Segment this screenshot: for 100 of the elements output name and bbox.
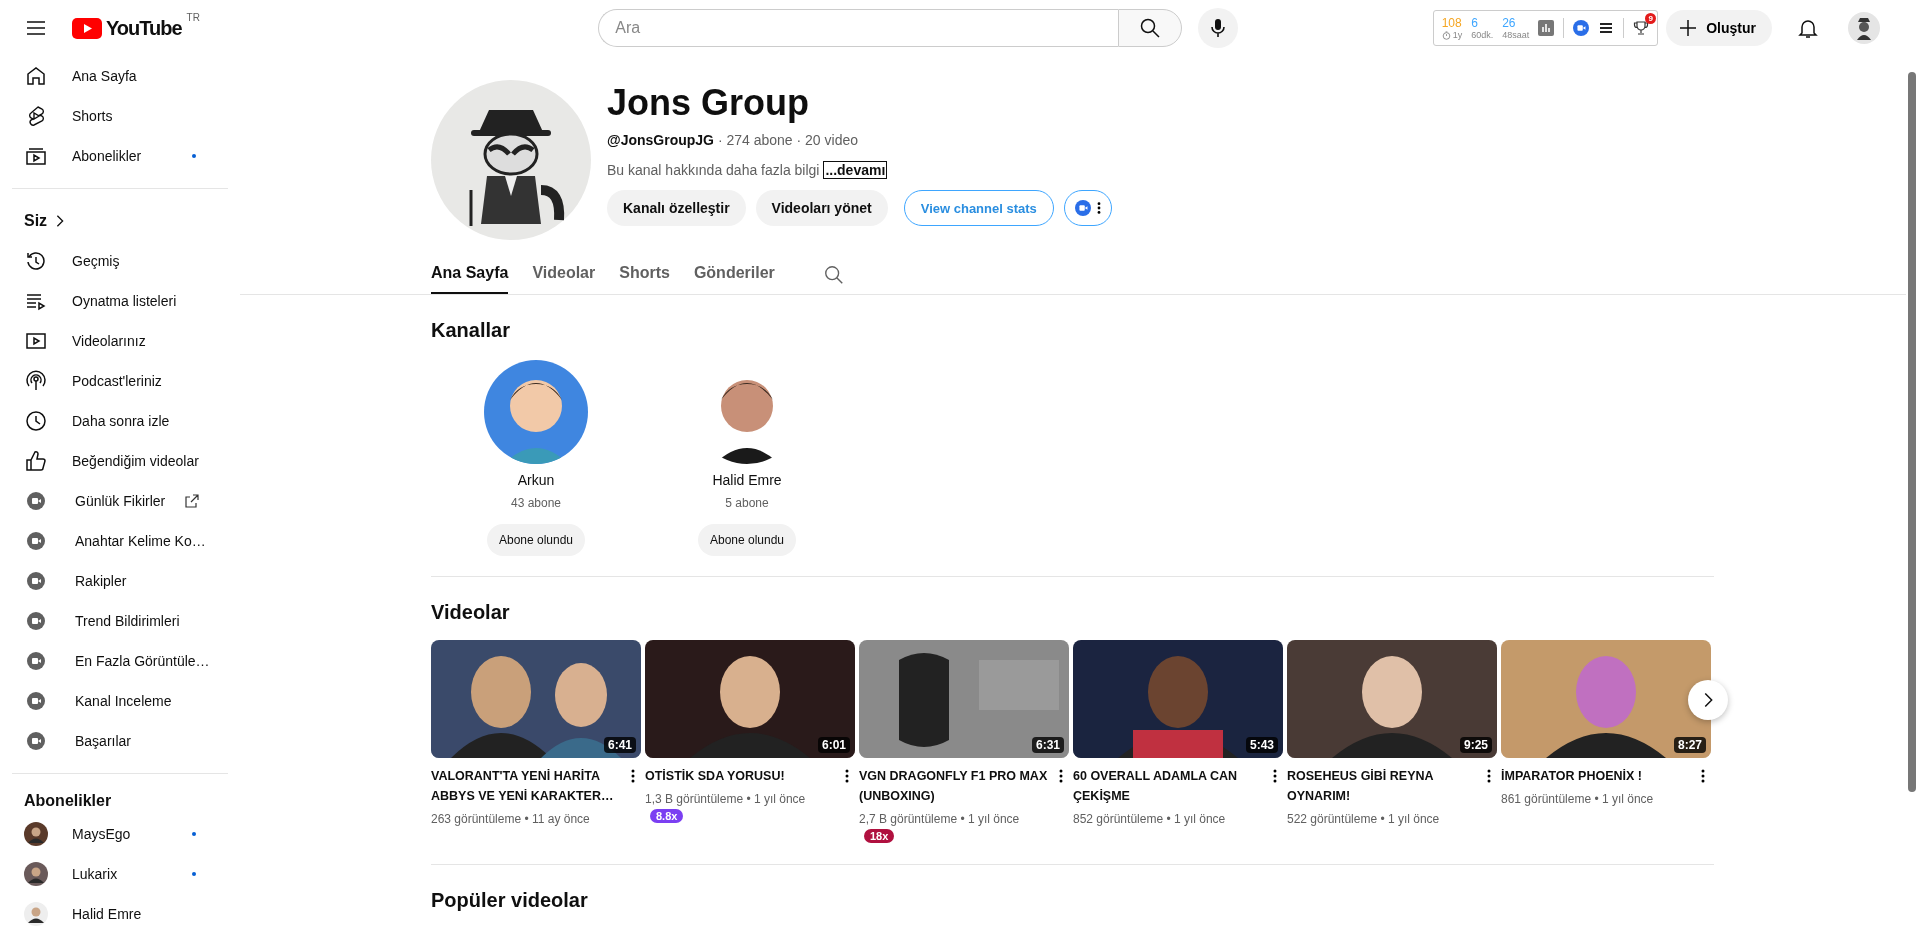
more-options-icon[interactable] [845,768,849,784]
chart-icon[interactable] [1538,20,1555,36]
channel-name[interactable]: Arkun [517,472,555,488]
create-button[interactable]: Oluştur [1666,10,1772,46]
stat-value: 108 [1441,16,1463,29]
you-section-link[interactable]: Siz [12,201,228,241]
extension-button[interactable] [1063,190,1112,226]
video-title[interactable]: İMPARATOR PHOENİX ! [1501,766,1642,786]
next-button[interactable] [1688,680,1728,720]
section-title: Abonelikler [23,791,113,811]
sidebar-item[interactable]: Rakipler [12,561,228,601]
avatar-icon [24,862,48,886]
sidebar-item[interactable]: Shorts [12,96,228,136]
podcast-icon [24,369,48,393]
more-options-icon[interactable] [1059,768,1063,784]
channel-tab[interactable]: Ana Sayfa [431,256,509,294]
channel-stats: · 274 abone · 20 video [717,132,858,148]
extension-widget[interactable]: 108 1y 6 60dk. 26 48saat 9 [1432,10,1659,46]
avatar-icon [24,822,48,846]
subscriber-count: 5 abone [725,496,769,510]
more-link[interactable]: ...devamı [823,161,888,179]
video-duration: 8:27 [1673,737,1706,753]
sidebar-item[interactable]: Oynatma listeleri [12,281,228,321]
more-options-icon [1096,201,1101,215]
channel-button[interactable]: Videoları yönet [755,190,888,226]
stat-value: 6 [1471,16,1479,29]
more-options-icon[interactable] [1701,768,1705,784]
video-meta: 852 görüntüleme • 1 yıl önce [1073,812,1227,826]
subscribed-button[interactable]: Abone olundu [697,524,797,556]
channel-name[interactable]: Halid Emre [712,472,782,488]
sidebar-item[interactable]: Kanal Inceleme [12,681,228,721]
search-field[interactable]: Ara [598,9,1119,47]
channel-handle: @JonsGroupJG [607,132,714,148]
trophy-icon[interactable] [1633,20,1650,36]
channel-button[interactable]: Kanalı özelleştir [607,190,746,226]
video-title[interactable]: VALORANT'TA YENİ HARİTA ABBYS VE YENİ KARAKTER… [431,766,627,806]
more-options-icon[interactable] [1273,768,1277,784]
history-icon [24,249,48,273]
stat-label: 1y [1441,30,1463,40]
sidebar-item[interactable]: Trend Bildirimleri [12,601,228,641]
video-duration: 6:41 [603,737,636,753]
more-options-icon[interactable] [631,768,635,784]
search-button[interactable] [1118,9,1183,47]
stat-value: 26 [1502,16,1517,29]
section-title: Kanallar [431,319,511,342]
section-title: Videolar [431,601,511,624]
avatar-icon[interactable] [1848,12,1880,44]
extension-icon[interactable] [1573,20,1590,36]
extension-icon [26,731,46,751]
video-title[interactable]: 60 OVERALL ADAMLA CAN ÇEKİŞME [1073,766,1269,806]
microphone-button[interactable] [1198,8,1239,48]
more-options-icon[interactable] [1487,768,1491,784]
video-meta: 1,3 B görüntüleme • 1 yıl önce [645,792,807,806]
extension-icon [26,691,46,711]
chevron-right-icon [55,214,66,228]
multiplier-badge: 18x [864,829,895,843]
sidebar-item[interactable]: Videolarınız [12,321,228,361]
extension-icon [26,571,46,591]
sidebar-item[interactable]: Beğendiğim videolar [12,441,228,481]
subscribed-button[interactable]: Abone olundu [486,524,586,556]
subscription-item[interactable]: Halid Emre [12,894,228,934]
sidebar-item[interactable]: Anahtar Kelime Ko… [12,521,228,561]
extension-icon [26,611,46,631]
channel-name: Jons Group [607,82,810,124]
video-title[interactable]: VGN DRAGONFLY F1 PRO MAX (UNBOXING) [859,766,1055,806]
sidebar-item[interactable]: Podcast'leriniz [12,361,228,401]
channel-description: Bu kanal hakkında daha fazla bilgi [607,162,820,178]
multiplier-badge: 8.8x [650,809,684,823]
sidebar-item[interactable]: Başarılar [12,721,228,761]
video-duration: 9:25 [1459,737,1492,753]
avatar-icon [24,902,48,926]
video-meta: 522 görüntüleme • 1 yıl önce [1287,812,1441,826]
channel-tab[interactable]: Shorts [619,256,670,294]
notification-badge: 9 [1645,13,1657,24]
channel-tab[interactable]: Videolar [532,256,596,294]
stat-label: 60dk. [1471,30,1494,40]
video-duration: 5:43 [1245,737,1278,753]
sidebar-item[interactable]: En Fazla Görüntüle… [12,641,228,681]
sidebar-item[interactable]: Abonelikler [12,136,228,176]
search-icon[interactable] [822,264,845,286]
like-icon [24,449,48,473]
section-title: Popüler videolar [431,889,589,912]
video-duration: 6:31 [1031,737,1064,753]
channel-tab[interactable]: Gönderiler [693,256,775,294]
video-title[interactable]: ROSEHEUS GİBİ REYNA OYNARIM! [1287,766,1483,806]
sidebar-item[interactable]: Daha sonra izle [12,401,228,441]
video-title[interactable]: OTİSTİK SDA YORUSU! [645,766,785,786]
clock-icon [24,409,48,433]
extension-icon [1074,200,1091,216]
menu-icon[interactable] [1598,20,1615,36]
sidebar-item[interactable]: Günlük Fikirler [12,481,228,521]
extension-icon [26,491,46,511]
subscriber-count: 43 abone [510,496,562,510]
video-duration: 6:01 [817,737,850,753]
subscription-item[interactable]: Lukarix [12,854,228,894]
video-meta: 2,7 B görüntüleme • 1 yıl önce [859,812,1021,826]
sidebar-item[interactable]: Geçmiş [12,241,228,281]
youtube-logo[interactable]: YouTube TR [72,13,200,43]
sidebar-item[interactable]: Ana Sayfa [12,56,228,96]
subscription-item[interactable]: MaysEgo [12,814,228,854]
